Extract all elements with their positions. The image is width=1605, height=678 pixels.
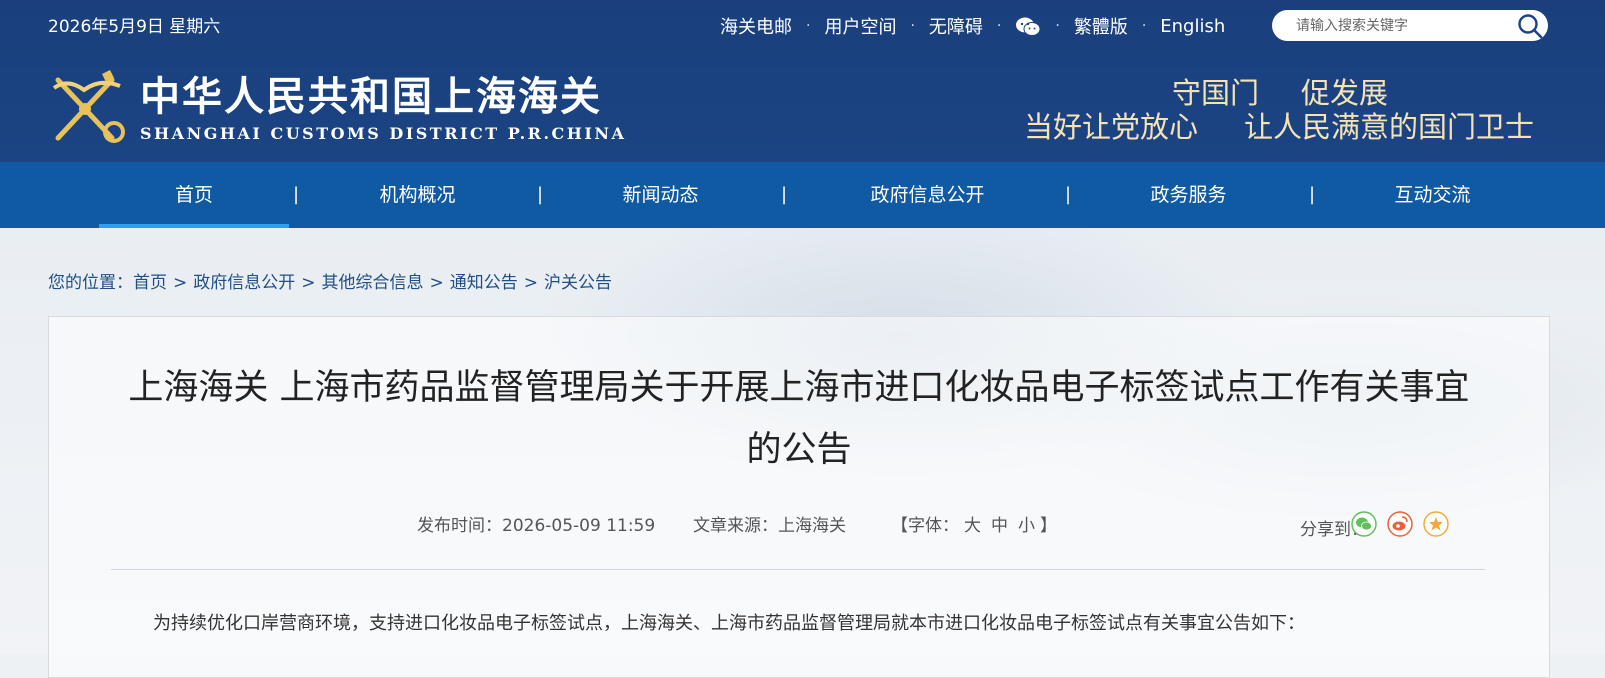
breadcrumb-shanghai-customs-notices[interactable]: 沪关公告 [544,273,612,293]
link-separator: · [806,18,811,34]
customs-emblem-icon [52,70,125,143]
article-divider [111,569,1485,570]
share-weibo-icon[interactable] [1387,511,1413,537]
breadcrumb-notices[interactable]: 通知公告 [450,273,518,293]
breadcrumb-gov-info[interactable]: 政府信息公开 [193,273,295,293]
traditional-chinese-link[interactable]: 繁體版 [1074,13,1128,39]
nav-item-home[interactable]: 首页 [99,162,289,228]
article-source: 文章来源：上海海关 [693,511,846,536]
breadcrumb: 您的位置：首页 > 政府信息公开 > 其他综合信息 > 通知公告 > 沪关公告 [48,268,612,293]
search-input[interactable] [1294,14,1508,38]
breadcrumb-other-info[interactable]: 其他综合信息 [322,273,424,293]
nav-item-news[interactable]: 新闻动态 [573,162,748,228]
article-title-line: 的公告 [746,430,852,470]
source-label: 文章来源： [693,516,778,536]
nav-separator: | [781,184,788,205]
share-wechat-icon[interactable] [1351,511,1377,537]
nav-separator: | [293,184,300,205]
nav-separator: | [1309,184,1316,205]
site-title-cn: 中华人民共和国上海海关 [140,73,602,120]
search-icon[interactable] [1516,12,1544,40]
nav-item-interaction[interactable]: 互动交流 [1345,162,1520,228]
slogan-text: 当好让党放心 [1024,110,1199,144]
nav-item-gov-info[interactable]: 政府信息公开 [825,162,1030,228]
breadcrumb-separator: > [429,273,444,293]
article-panel: 上海海关 上海市药品监督管理局关于开展上海市进口化妆品电子标签试点工作有关事宜 … [48,316,1550,678]
breadcrumb-separator: > [301,273,316,293]
font-size-label-close: 】 [1040,516,1057,536]
search-box [1272,10,1548,41]
site-header: 2026年5月9日 星期六 海关电邮 · 用户空间 · 无障碍 · · 繁體版 … [0,0,1605,162]
breadcrumb-separator: > [523,273,538,293]
main-nav: 首页 | 机构概况 | 新闻动态 | 政府信息公开 | 政务服务 | 互动交流 [0,162,1605,228]
breadcrumb-label: 您的位置： [48,273,133,293]
font-size-large-button[interactable]: 大 [964,516,981,536]
slogan-text: 让人民满意的国门卫士 [1244,110,1535,144]
font-size-medium-button[interactable]: 中 [991,516,1008,536]
font-size-control: 【字体：大中小】 [891,511,1057,536]
article-title: 上海海关 上海市药品监督管理局关于开展上海市进口化妆品电子标签试点工作有关事宜 … [109,357,1489,481]
breadcrumb-separator: > [173,273,188,293]
accessibility-link[interactable]: 无障碍 [929,13,983,39]
breadcrumb-home[interactable]: 首页 [133,273,167,293]
link-separator: · [1141,18,1147,34]
font-size-label: 【字体： [891,516,959,536]
english-link[interactable]: English [1160,16,1225,37]
top-links: 海关电邮 · 用户空间 · 无障碍 · · 繁體版 · English [720,13,1225,39]
publish-time: 发布时间：2026-05-09 11:59 [417,511,655,536]
current-date: 2026年5月9日 星期六 [48,17,221,37]
font-size-small-button[interactable]: 小 [1018,516,1035,536]
slogan-line-2: 当好让党放心 让人民满意的国门卫士 [1024,104,1534,146]
wechat-icon[interactable] [1015,16,1041,36]
link-separator: · [1055,18,1060,34]
user-space-link[interactable]: 用户空间 [824,13,896,39]
link-separator: · [996,18,1002,34]
article-title-line: 上海海关 上海市药品监督管理局关于开展上海市进口化妆品电子标签试点工作有关事宜 [128,368,1470,408]
site-title-en: SHANGHAI CUSTOMS DISTRICT P.R.CHINA [140,124,627,143]
nav-item-services[interactable]: 政务服务 [1101,162,1276,228]
publish-time-label: 发布时间： [417,516,502,536]
link-separator: · [910,18,915,34]
nav-separator: | [537,184,544,205]
publish-time-value: 2026-05-09 11:59 [502,516,656,536]
email-link[interactable]: 海关电邮 [720,13,792,39]
source-value: 上海海关 [778,516,846,536]
article-paragraph: 为持续优化口岸营商环境，支持进口化妆品电子标签试点，上海海关、上海市药品监督管理… [153,613,1305,634]
share-favorite-icon[interactable] [1423,511,1449,537]
nav-separator: | [1065,184,1072,205]
nav-item-about[interactable]: 机构概况 [330,162,505,228]
